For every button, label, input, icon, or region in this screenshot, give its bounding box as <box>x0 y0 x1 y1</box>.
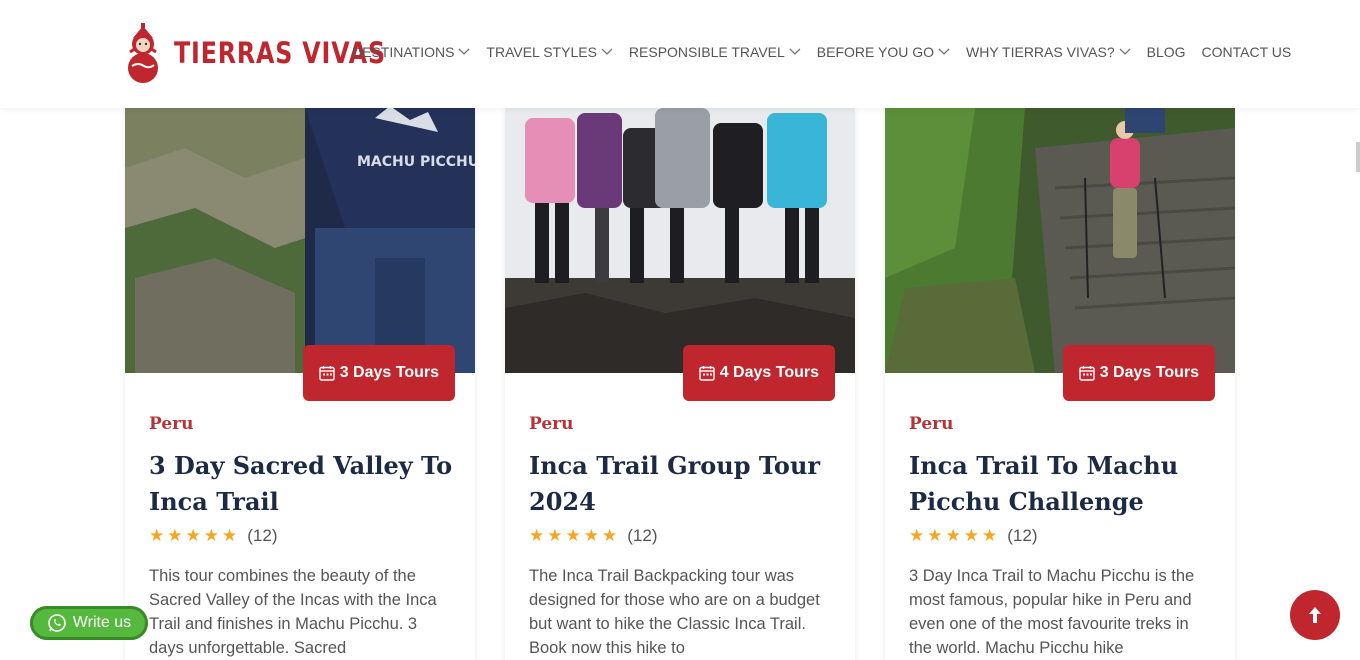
tour-rating: ★ ★ ★ ★ ★ (12) <box>909 526 1215 546</box>
review-count: (12) <box>627 526 658 545</box>
duration-badge[interactable]: 4 Days Tours <box>682 345 835 401</box>
badge-label: 3 Days Tours <box>339 364 439 381</box>
nav-label: TRAVEL STYLES <box>486 44 597 60</box>
star-icon: ★ <box>149 525 165 546</box>
star-icon: ★ <box>602 525 618 546</box>
calendar-icon <box>699 366 715 381</box>
chevron-down-icon <box>458 48 470 55</box>
star-icon: ★ <box>222 525 238 546</box>
star-icon: ★ <box>963 525 979 546</box>
nav-label: BEFORE YOU GO <box>816 44 934 60</box>
shirt-print-text: MACHU PICCHU <box>357 154 475 170</box>
nav-destinations[interactable]: DESTINATIONS <box>352 44 470 60</box>
nav-contact-us[interactable]: CONTACT US <box>1202 44 1292 60</box>
star-icon: ★ <box>583 525 599 546</box>
tour-image[interactable]: MACHU PICCHU <box>125 108 475 373</box>
review-count: (12) <box>1007 526 1038 545</box>
tour-card[interactable]: 4 Days Tours Peru Inca Trail Group Tour … <box>505 108 855 660</box>
tour-rating: ★ ★ ★ ★ ★ (12) <box>149 526 455 546</box>
nav-responsible-travel[interactable]: RESPONSIBLE TRAVEL <box>629 44 801 60</box>
star-icon: ★ <box>945 525 961 546</box>
tour-country: Peru <box>529 414 574 434</box>
star-icon: ★ <box>529 525 545 546</box>
nav-label: WHY TIERRAS VIVAS? <box>966 44 1115 60</box>
nav-label: DESTINATIONS <box>352 44 455 60</box>
card-body: Peru Inca Trail To Machu Picchu Challeng… <box>909 414 1215 660</box>
duration-badge[interactable]: 3 Days Tours <box>1062 345 1215 401</box>
nav-label: RESPONSIBLE TRAVEL <box>628 44 785 60</box>
whatsapp-icon <box>47 614 66 632</box>
tour-image[interactable] <box>885 108 1235 373</box>
nav-travel-styles[interactable]: TRAVEL STYLES <box>486 44 613 60</box>
tour-description: 3 Day Inca Trail to Machu Picchu is the … <box>909 567 1195 657</box>
star-icon: ★ <box>982 525 998 546</box>
scrollbar-thumb[interactable] <box>1356 142 1360 172</box>
nav-label: BLOG <box>1146 44 1186 60</box>
nav-before-you-go[interactable]: BEFORE YOU GO <box>817 44 950 60</box>
star-icon: ★ <box>203 525 219 546</box>
star-icon: ★ <box>565 525 581 546</box>
star-icon: ★ <box>909 525 925 546</box>
back-to-top-button[interactable] <box>1290 590 1340 640</box>
calendar-icon <box>319 366 335 381</box>
tour-card[interactable]: 3 Days Tours Peru Inca Trail To Machu Pi… <box>885 108 1235 660</box>
card-body: Peru Inca Trail Group Tour 2024 ★ ★ ★ ★ … <box>529 414 835 660</box>
star-icon: ★ <box>185 525 201 546</box>
chevron-down-icon <box>1119 48 1131 55</box>
chevron-down-icon <box>601 48 613 55</box>
tour-rating: ★ ★ ★ ★ ★ (12) <box>529 526 835 546</box>
star-icon: ★ <box>167 525 183 546</box>
write-us-label: Write us <box>72 614 132 631</box>
main-nav: DESTINATIONS TRAVEL STYLES RESPONSIBLE T… <box>352 44 1307 60</box>
star-icon: ★ <box>927 525 943 546</box>
tour-description: The Inca Trail Backpacking tour was desi… <box>529 567 820 657</box>
tour-title[interactable]: 3 Day Sacred Valley To Inca Trail <box>149 448 455 520</box>
badge-label: 3 Days Tours <box>1099 364 1199 381</box>
tour-title[interactable]: Inca Trail Group Tour 2024 <box>529 448 835 520</box>
tour-title[interactable]: Inca Trail To Machu Picchu Challenge <box>909 448 1215 520</box>
site-header: TIERRAS VIVAS DESTINATIONS TRAVEL STYLES… <box>0 0 1360 108</box>
card-body: Peru 3 Day Sacred Valley To Inca Trail ★… <box>149 414 455 660</box>
tour-country: Peru <box>909 414 954 434</box>
badge-label: 4 Days Tours <box>719 364 819 381</box>
logo-mascot-icon <box>128 23 158 83</box>
nav-blog[interactable]: BLOG <box>1147 44 1186 60</box>
write-us-button[interactable]: Write us <box>30 606 148 640</box>
calendar-icon <box>1079 366 1095 381</box>
tour-description: This tour combines the beauty of the Sac… <box>149 567 437 657</box>
tour-image[interactable] <box>505 108 855 373</box>
chevron-down-icon <box>938 48 950 55</box>
chevron-down-icon <box>789 48 801 55</box>
nav-why-tierras-vivas[interactable]: WHY TIERRAS VIVAS? <box>966 44 1131 60</box>
arrow-up-icon <box>1309 607 1321 623</box>
tour-card[interactable]: MACHU PICCHU 3 Days Tours Peru 3 Day Sac… <box>125 108 475 660</box>
star-icon: ★ <box>547 525 563 546</box>
tour-country: Peru <box>149 414 194 434</box>
duration-badge[interactable]: 3 Days Tours <box>302 345 455 401</box>
review-count: (12) <box>247 526 278 545</box>
nav-label: CONTACT US <box>1201 44 1292 60</box>
